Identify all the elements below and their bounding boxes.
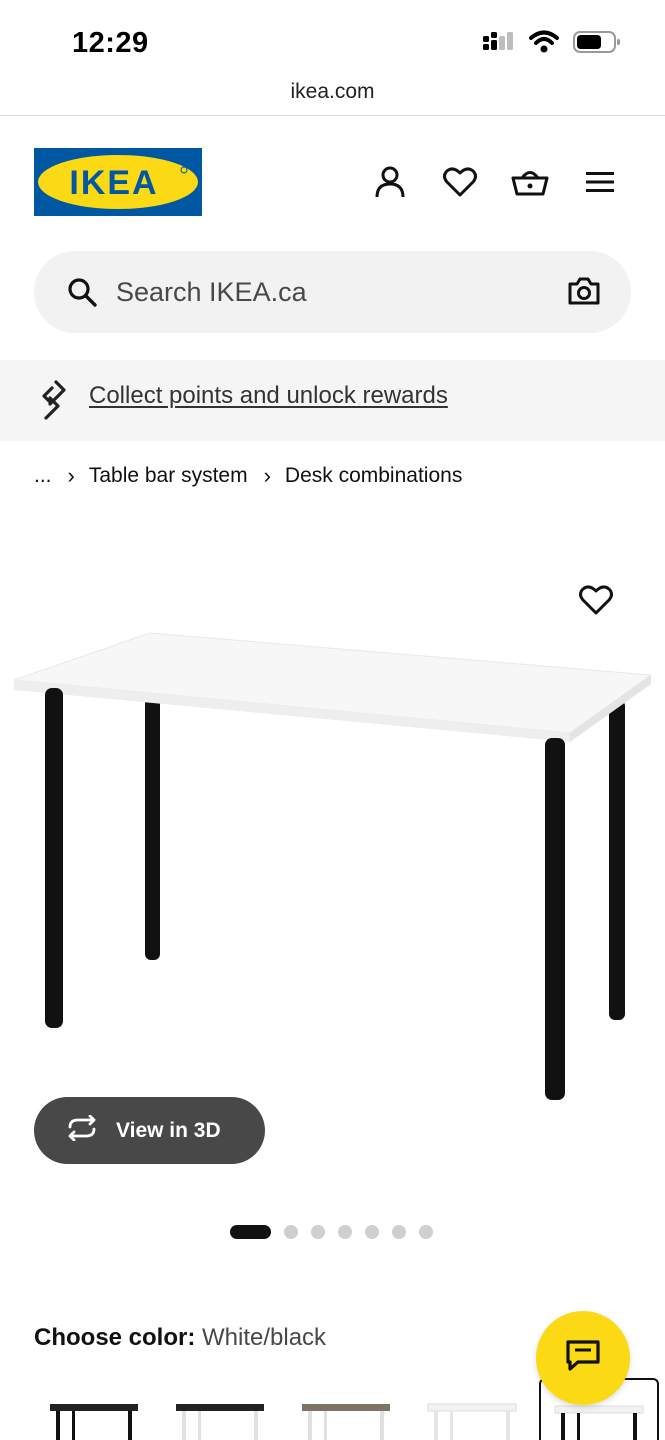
add-to-favorites-heart-icon[interactable] — [578, 584, 616, 620]
breadcrumb: ... › Table bar system › Desk combinatio… — [34, 463, 462, 489]
battery-icon — [573, 30, 621, 59]
color-option-grey-white[interactable] — [294, 1378, 414, 1440]
hamburger-menu-icon[interactable] — [580, 162, 620, 202]
color-option-black-white[interactable] — [168, 1378, 288, 1440]
status-time: 12:29 — [72, 27, 149, 59]
ikea-logo[interactable]: IKEA — [34, 148, 202, 216]
view-in-3d-label: View in 3D — [116, 1118, 221, 1142]
selected-color-value: White/black — [202, 1324, 327, 1351]
profile-icon[interactable] — [370, 162, 410, 202]
heart-icon[interactable] — [440, 162, 480, 202]
color-option-white-white[interactable] — [420, 1378, 540, 1440]
carousel-dot[interactable] — [419, 1225, 433, 1239]
rewards-icon — [40, 380, 68, 425]
status-icons — [481, 30, 621, 59]
chevron-right-icon: › — [67, 463, 75, 488]
product-image[interactable] — [0, 540, 665, 1180]
color-option-black-brown[interactable] — [42, 1378, 162, 1440]
breadcrumb-ellipsis[interactable]: ... — [34, 464, 52, 488]
logo-text: IKEA — [69, 164, 158, 202]
carousel-dot[interactable] — [365, 1225, 379, 1239]
product-page: 12:29 ikea.com IKEA Search IKEA.ca Colle… — [0, 0, 665, 1440]
carousel-dot[interactable] — [392, 1225, 406, 1239]
carousel-dot[interactable] — [284, 1225, 298, 1239]
header-actions — [370, 162, 620, 202]
url-text[interactable]: ikea.com — [0, 80, 665, 104]
view-in-3d-button[interactable]: View in 3D — [34, 1097, 265, 1164]
rotate-3d-icon — [64, 1114, 100, 1146]
breadcrumb-desk-combinations[interactable]: Desk combinations — [285, 464, 462, 488]
chat-bubble-icon — [564, 1338, 602, 1379]
search-input[interactable] — [116, 251, 536, 333]
rewards-banner: Collect points and unlock rewards — [0, 360, 665, 441]
camera-search-icon[interactable] — [567, 275, 601, 312]
chat-button[interactable] — [536, 1311, 630, 1405]
search-icon[interactable] — [66, 276, 98, 313]
image-carousel-indicator — [230, 1225, 433, 1239]
wifi-icon — [529, 30, 559, 59]
color-label: Choose color: — [34, 1324, 196, 1351]
cellular-signal-icon — [481, 30, 515, 59]
carousel-dot[interactable] — [338, 1225, 352, 1239]
browser-url-bar[interactable]: ikea.com — [0, 74, 665, 116]
rewards-link[interactable]: Collect points and unlock rewards — [89, 382, 448, 410]
search-bar[interactable] — [34, 251, 631, 333]
shopping-basket-icon[interactable] — [510, 162, 550, 202]
status-bar: 12:29 — [0, 0, 665, 74]
breadcrumb-table-bar-system[interactable]: Table bar system — [89, 464, 248, 488]
color-selector-heading: Choose color: White/black — [34, 1324, 326, 1352]
carousel-dot[interactable] — [311, 1225, 325, 1239]
chevron-right-icon: › — [263, 463, 271, 488]
carousel-dot-active[interactable] — [230, 1225, 271, 1239]
